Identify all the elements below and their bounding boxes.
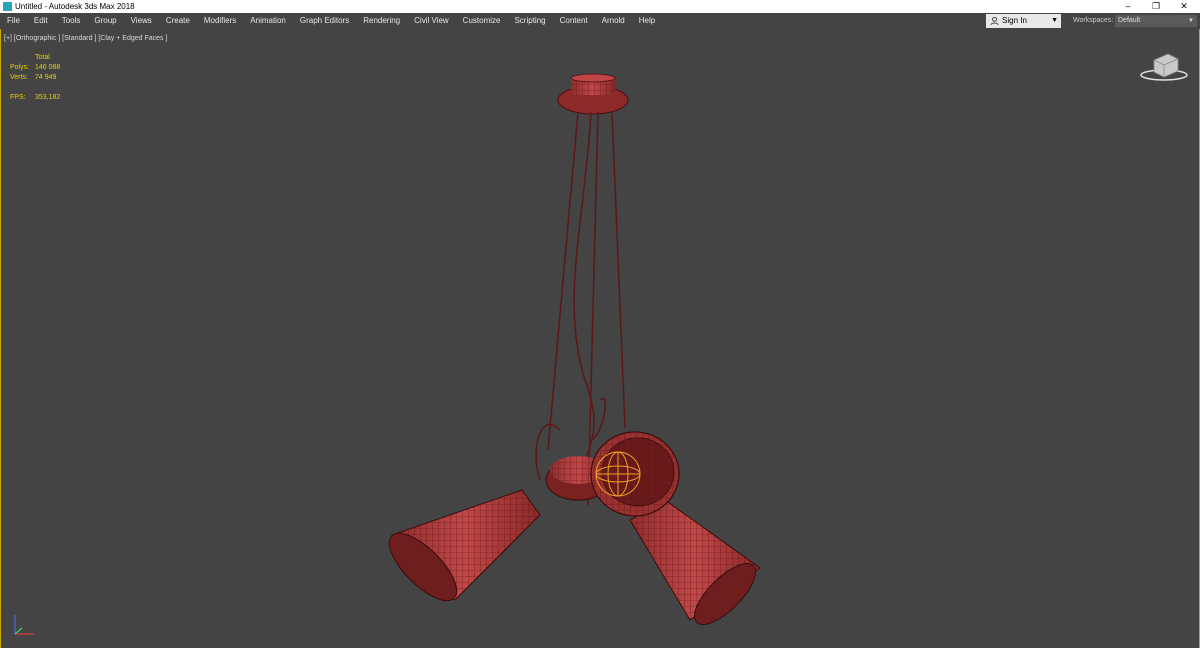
app-icon — [3, 2, 12, 11]
menu-item-rendering[interactable]: Rendering — [356, 13, 407, 29]
ceiling-canopy[interactable] — [557, 73, 629, 115]
menu-item-customize[interactable]: Customize — [456, 13, 508, 29]
user-icon — [990, 16, 999, 26]
sign-in-label: Sign In — [1002, 16, 1027, 25]
menu-item-edit[interactable]: Edit — [27, 13, 55, 29]
viewcube-icon[interactable] — [1138, 50, 1190, 82]
menu-item-scripting[interactable]: Scripting — [507, 13, 552, 29]
sign-in-button[interactable]: Sign In ▼ — [986, 14, 1061, 28]
selected-bulb[interactable] — [595, 451, 641, 497]
menu-item-arnold[interactable]: Arnold — [595, 13, 632, 29]
minimize-button[interactable]: – — [1114, 0, 1142, 13]
right-lamp-shade[interactable] — [629, 499, 765, 634]
workspaces-dropdown[interactable]: Default ▼ — [1115, 15, 1197, 27]
menu-item-help[interactable]: Help — [632, 13, 662, 29]
left-lamp-shade[interactable] — [379, 489, 541, 611]
chevron-down-icon: ▼ — [1188, 18, 1194, 24]
window-title: Untitled - Autodesk 3ds Max 2018 — [15, 2, 135, 11]
menu-item-modifiers[interactable]: Modifiers — [197, 13, 243, 29]
menu-item-file[interactable]: File — [0, 13, 27, 29]
menu-item-tools[interactable]: Tools — [55, 13, 88, 29]
menu-bar: File Edit Tools Group Views Create Modifiers An… — [0, 13, 1200, 29]
menu-item-group[interactable]: Group — [87, 13, 123, 29]
menu-items: File Edit Tools Group Views Create Modifiers An… — [0, 13, 662, 29]
chevron-down-icon: ▼ — [1051, 17, 1058, 24]
workspaces-label: Workspaces: — [1073, 17, 1114, 24]
axis-tripod-icon — [14, 615, 34, 635]
restore-button[interactable]: ❐ — [1142, 0, 1170, 13]
pendant-lamp-model[interactable] — [0, 29, 1200, 648]
workspaces-value: Default — [1118, 17, 1141, 24]
menu-item-views[interactable]: Views — [124, 13, 159, 29]
menu-item-create[interactable]: Create — [159, 13, 197, 29]
menu-item-animation[interactable]: Animation — [243, 13, 293, 29]
menu-item-graph-editors[interactable]: Graph Editors — [293, 13, 356, 29]
menu-item-content[interactable]: Content — [553, 13, 595, 29]
title-bar: Untitled - Autodesk 3ds Max 2018 – ❐ ✕ — [0, 0, 1200, 13]
close-button[interactable]: ✕ — [1170, 0, 1198, 13]
menu-item-civil-view[interactable]: Civil View — [407, 13, 456, 29]
